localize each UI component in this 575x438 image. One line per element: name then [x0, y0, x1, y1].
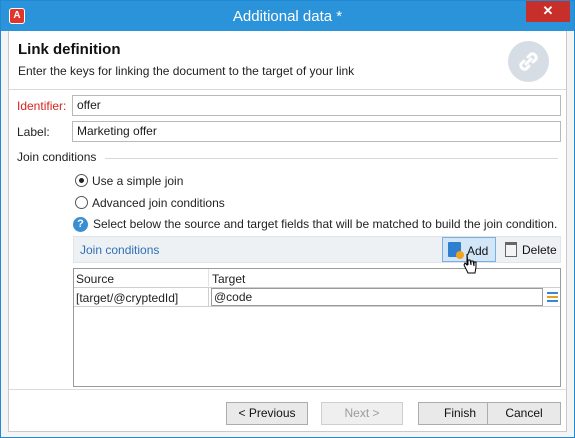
add-row-icon [448, 242, 464, 259]
trash-icon [505, 242, 517, 257]
delete-button-label: Delete [522, 243, 557, 257]
help-icon: ? [73, 217, 88, 232]
cell-target-input[interactable]: @code [211, 288, 543, 306]
join-conditions-title: Join conditions [80, 243, 160, 257]
column-header-target[interactable]: Target [212, 272, 245, 286]
dialog-window: A Additional data * ✕ Link definition En… [0, 0, 575, 438]
identifier-input[interactable]: offer [72, 95, 561, 116]
advanced-join-radio[interactable] [75, 196, 88, 209]
window-title: Additional data * [232, 8, 343, 25]
cell-source[interactable]: [target/@cryptedId] [76, 291, 178, 305]
help-text: Select below the source and target field… [93, 217, 558, 231]
next-button[interactable]: Next > [321, 402, 403, 425]
label-input[interactable]: Marketing offer [72, 121, 561, 142]
close-button[interactable]: ✕ [526, 1, 570, 22]
cell-divider [208, 288, 209, 306]
footer-divider [9, 389, 566, 390]
advanced-join-label[interactable]: Advanced join conditions [92, 196, 225, 210]
simple-join-label[interactable]: Use a simple join [92, 174, 183, 188]
simple-join-radio[interactable] [75, 174, 88, 187]
page-title: Link definition [18, 41, 121, 58]
mouse-cursor-icon [463, 253, 477, 274]
dialog-content: Link definition Enter the keys for linki… [8, 31, 567, 432]
page-subtitle: Enter the keys for linking the document … [18, 64, 355, 78]
column-separator [208, 269, 209, 286]
table-row[interactable]: [target/@cryptedId] @code [74, 287, 560, 307]
previous-button[interactable]: < Previous [226, 402, 308, 425]
identifier-label: Identifier: [17, 99, 67, 113]
title-bar[interactable]: A Additional data * ✕ [1, 1, 574, 31]
column-header-source[interactable]: Source [76, 272, 114, 286]
join-conditions-toolbar: Join conditions Add Delete [73, 236, 561, 263]
group-divider [105, 158, 558, 159]
header-panel: Link definition Enter the keys for linki… [9, 31, 566, 90]
cancel-button[interactable]: Cancel [487, 402, 561, 425]
field-picker-icon[interactable] [547, 292, 558, 302]
label-label: Label: [17, 125, 50, 139]
link-icon [508, 41, 549, 82]
join-conditions-group-label: Join conditions [17, 150, 101, 164]
join-conditions-table: Source Target [target/@cryptedId] @code [73, 268, 561, 387]
delete-button[interactable]: Delete [502, 237, 560, 262]
